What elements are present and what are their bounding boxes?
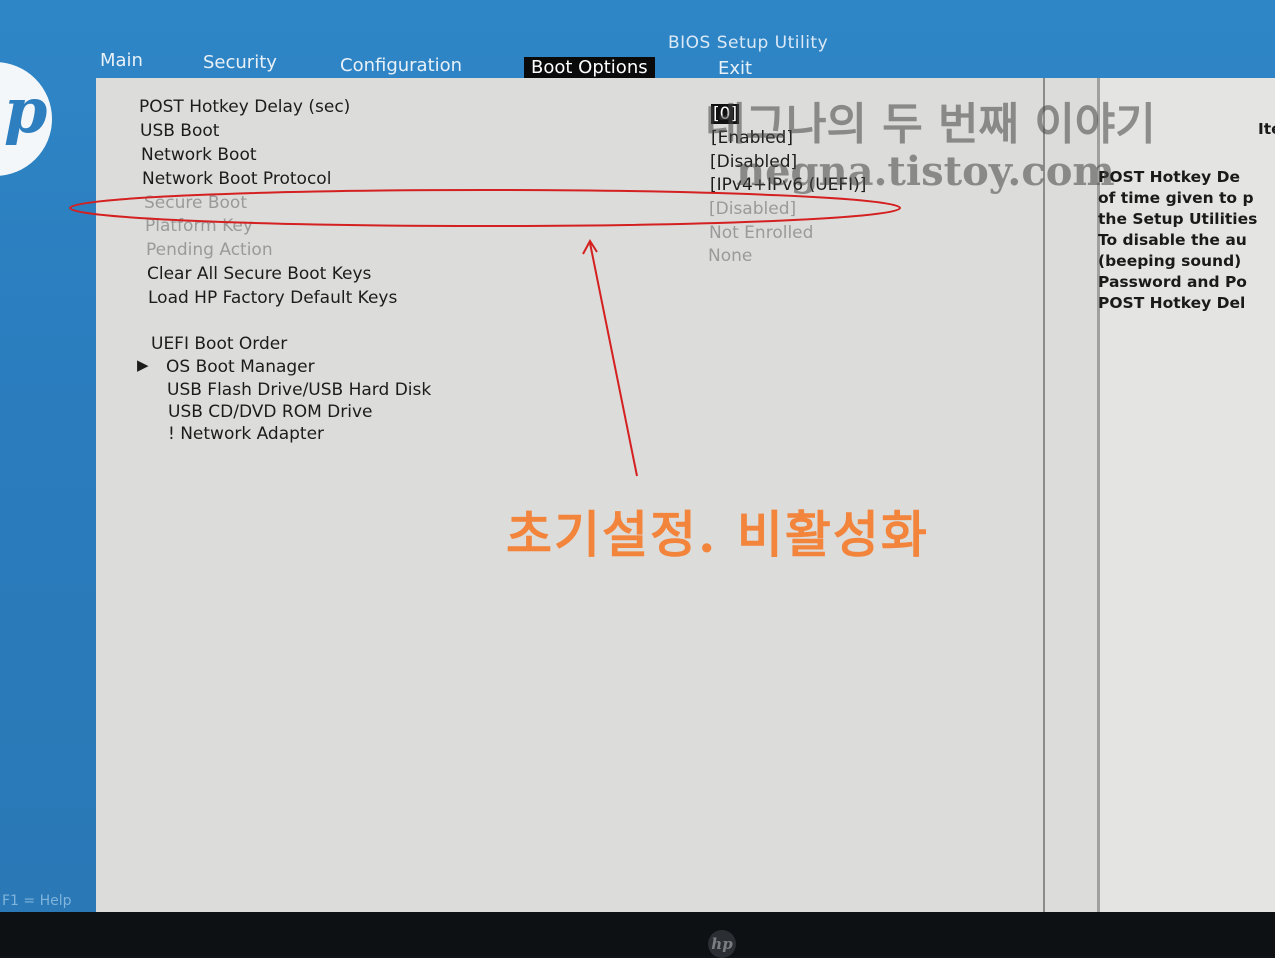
monitor-bezel <box>0 912 1275 956</box>
annotation-arrow-line <box>589 242 638 477</box>
annotation-highlight-ellipse <box>69 189 901 227</box>
annotation-label: 초기설정. 비활성화 <box>506 505 929 564</box>
bezel-hp-logo-icon: hp <box>708 930 736 958</box>
annotation-overlay <box>69 189 901 477</box>
